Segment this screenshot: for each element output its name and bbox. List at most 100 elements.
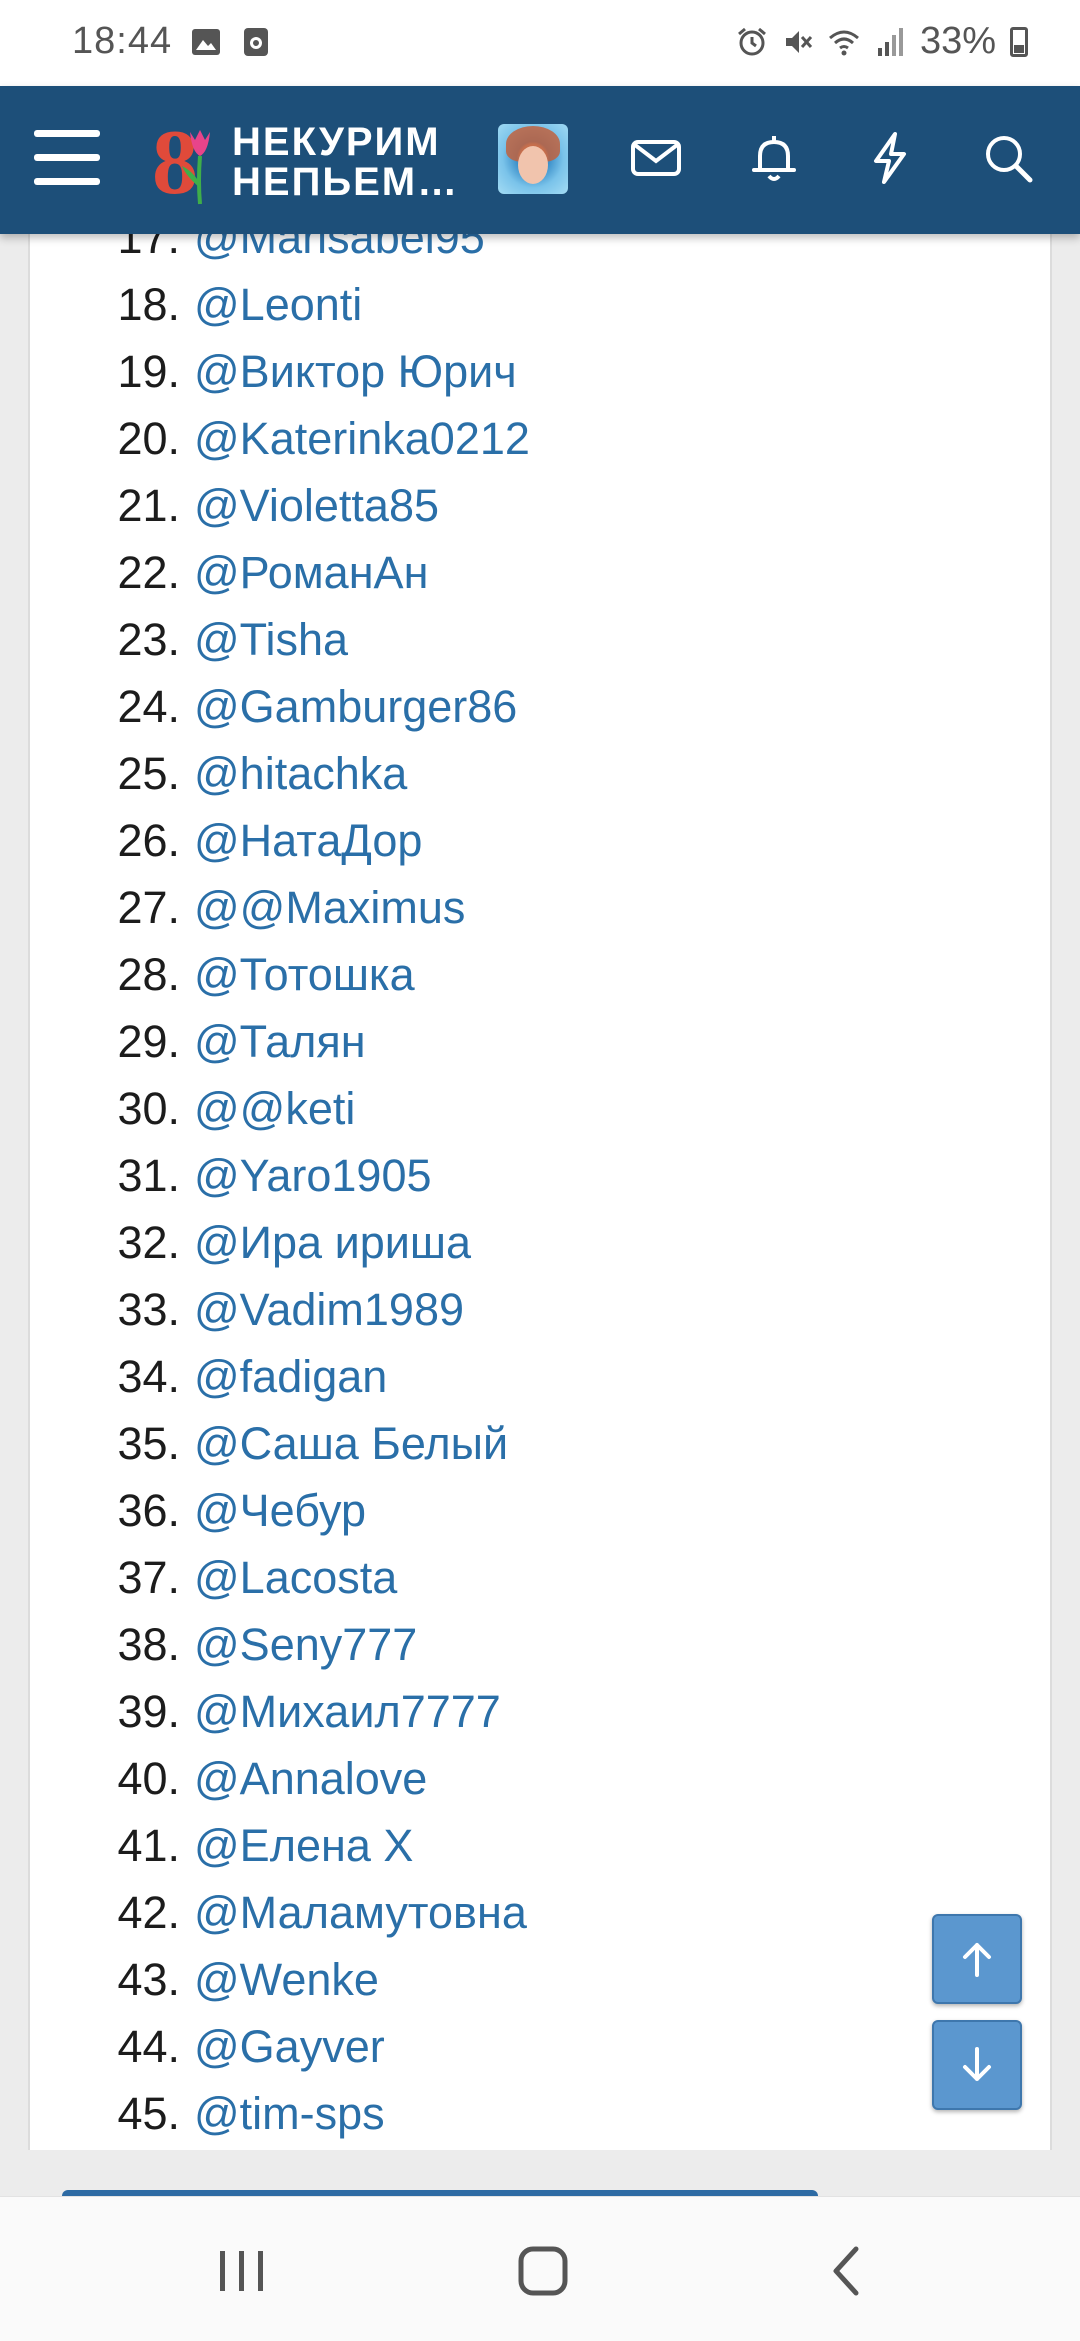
item-number: 30.	[117, 1083, 180, 1134]
list-item: 26. @НатаДор	[72, 807, 530, 874]
site-header: 8 НЕКУРИМ НЕПЬЕМ…	[0, 86, 1080, 234]
list-item: 24. @Gamburger86	[72, 673, 530, 740]
user-mention-link[interactable]: @@keti	[194, 1083, 355, 1134]
list-item: 20. @Katerinka0212	[72, 405, 530, 472]
user-mention-link[interactable]: @Ира ириша	[194, 1217, 471, 1268]
user-mention-link[interactable]: @Саша Белый	[194, 1418, 508, 1469]
logo-line-1: НЕКУРИМ	[232, 120, 441, 164]
list-item: 38. @Seny777	[72, 1611, 530, 1678]
hamburger-icon[interactable]	[34, 130, 100, 190]
item-number: 34.	[117, 1351, 180, 1402]
list-item: 19. @Виктор Юрич	[72, 338, 530, 405]
list-item: 28. @Тотошка	[72, 941, 530, 1008]
user-mention-link[interactable]: @Vadim1989	[194, 1284, 464, 1335]
list-item: 43. @Wenke	[72, 1946, 530, 2013]
user-mention-link[interactable]: @@Maximus	[194, 882, 465, 933]
item-number: 43.	[117, 1954, 180, 2005]
user-mention-link[interactable]: @fadigan	[194, 1351, 387, 1402]
user-mention-link[interactable]: @Violetta85	[194, 480, 439, 531]
user-mention-link[interactable]: @НатаДор	[194, 815, 422, 866]
signal-icon	[877, 27, 903, 56]
item-number: 38.	[117, 1619, 180, 1670]
scroll-to-bottom-button[interactable]	[932, 2020, 1022, 2110]
battery-icon	[1010, 26, 1028, 57]
item-number: 23.	[117, 614, 180, 665]
item-number: 24.	[117, 681, 180, 732]
user-mention-link[interactable]: @Katerinka0212	[194, 413, 530, 464]
list-item: 35. @Саша Белый	[72, 1410, 530, 1477]
item-number: 44.	[117, 2021, 180, 2072]
list-item: 18. @Leonti	[72, 271, 530, 338]
user-mention-link[interactable]: @Маламутовна	[194, 1887, 527, 1938]
item-number: 28.	[117, 949, 180, 1000]
status-time: 18:44	[72, 20, 173, 62]
bell-icon[interactable]	[746, 130, 802, 186]
search-icon[interactable]	[980, 130, 1036, 186]
user-mention-link[interactable]: @РоманАн	[194, 547, 428, 598]
item-number: 21.	[117, 480, 180, 531]
user-mention-link[interactable]: @Yaro1905	[194, 1150, 432, 1201]
item-number: 20.	[117, 413, 180, 464]
user-mention-link[interactable]: @Тотошка	[194, 949, 415, 1000]
list-item: 42. @Маламутовна	[72, 1879, 530, 1946]
item-number: 25.	[117, 748, 180, 799]
user-avatar[interactable]	[498, 124, 568, 194]
list-item: 45. @tim-sps	[72, 2080, 530, 2147]
recent-apps-icon[interactable]	[212, 2241, 272, 2301]
user-mention-link[interactable]: @tim-sps	[194, 2088, 385, 2139]
user-mention-link[interactable]: @Annalove	[194, 1753, 427, 1804]
item-number: 37.	[117, 1552, 180, 1603]
user-mention-link[interactable]: @Талян	[194, 1016, 366, 1067]
user-mention-link[interactable]: @Виктор Юрич	[194, 346, 517, 397]
site-logo[interactable]: 8 НЕКУРИМ НЕПЬЕМ…	[152, 116, 457, 208]
tulip-icon	[182, 130, 210, 205]
scroll-to-top-button[interactable]	[932, 1914, 1022, 2004]
list-item: 25. @hitachka	[72, 740, 530, 807]
user-mention-link[interactable]: @hitachka	[194, 748, 407, 799]
item-number: 29.	[117, 1016, 180, 1067]
item-number: 26.	[117, 815, 180, 866]
item-number: 41.	[117, 1820, 180, 1871]
list-item: 37. @Lacosta	[72, 1544, 530, 1611]
item-number: 22.	[117, 547, 180, 598]
list-item: 30. @@keti	[72, 1075, 530, 1142]
battery-percent: 33%	[919, 20, 996, 62]
user-mention-link[interactable]: @Чебур	[194, 1485, 366, 1536]
mail-icon[interactable]	[628, 130, 684, 186]
item-number: 18.	[117, 279, 180, 330]
user-mention-link[interactable]: @Lacosta	[194, 1552, 397, 1603]
home-icon[interactable]	[513, 2241, 573, 2301]
list-item: 39. @Михаил7777	[72, 1678, 530, 1745]
user-mention-link[interactable]: @Михаил7777	[194, 1686, 501, 1737]
item-number: 33.	[117, 1284, 180, 1335]
user-mention-link[interactable]: @Gayver	[194, 2021, 385, 2072]
arrow-down-icon	[963, 2047, 991, 2081]
list-item: 44. @Gayver	[72, 2013, 530, 2080]
user-mention-link[interactable]: @Wenke	[194, 1954, 379, 2005]
mute-icon	[785, 30, 813, 53]
user-mention-link[interactable]: @Leonti	[194, 279, 362, 330]
list-item: 40. @Annalove	[72, 1745, 530, 1812]
list-item: 23. @Tisha	[72, 606, 530, 673]
list-item: 36. @Чебур	[72, 1477, 530, 1544]
alarm-icon	[737, 27, 766, 55]
lightning-icon[interactable]	[862, 130, 918, 186]
item-number: 45.	[117, 2088, 180, 2139]
status-bar: 18:44 33%	[0, 0, 1080, 86]
list-item: 41. @Елена Х	[72, 1812, 530, 1879]
back-icon[interactable]	[818, 2241, 878, 2301]
user-mention-link[interactable]: @Gamburger86	[194, 681, 517, 732]
arrow-up-icon	[963, 1943, 991, 1977]
user-mention-link[interactable]: @Seny777	[194, 1619, 417, 1670]
list-item: 27. @@Maximus	[72, 874, 530, 941]
logo-text: НЕКУРИМ НЕПЬЕМ…	[232, 122, 459, 202]
item-number: 36.	[117, 1485, 180, 1536]
user-mention-link[interactable]: @Елена Х	[194, 1820, 413, 1871]
gallery-icon	[192, 29, 220, 55]
mention-list: 17. @Marisabel95 18. @Leonti 19. @Виктор Юр…	[72, 204, 530, 2147]
status-right-group: 33%	[736, 20, 1028, 63]
list-item: 31. @Yaro1905	[72, 1142, 530, 1209]
user-mention-link[interactable]: @Tisha	[194, 614, 348, 665]
item-number: 32.	[117, 1217, 180, 1268]
list-item: 34. @fadigan	[72, 1343, 530, 1410]
